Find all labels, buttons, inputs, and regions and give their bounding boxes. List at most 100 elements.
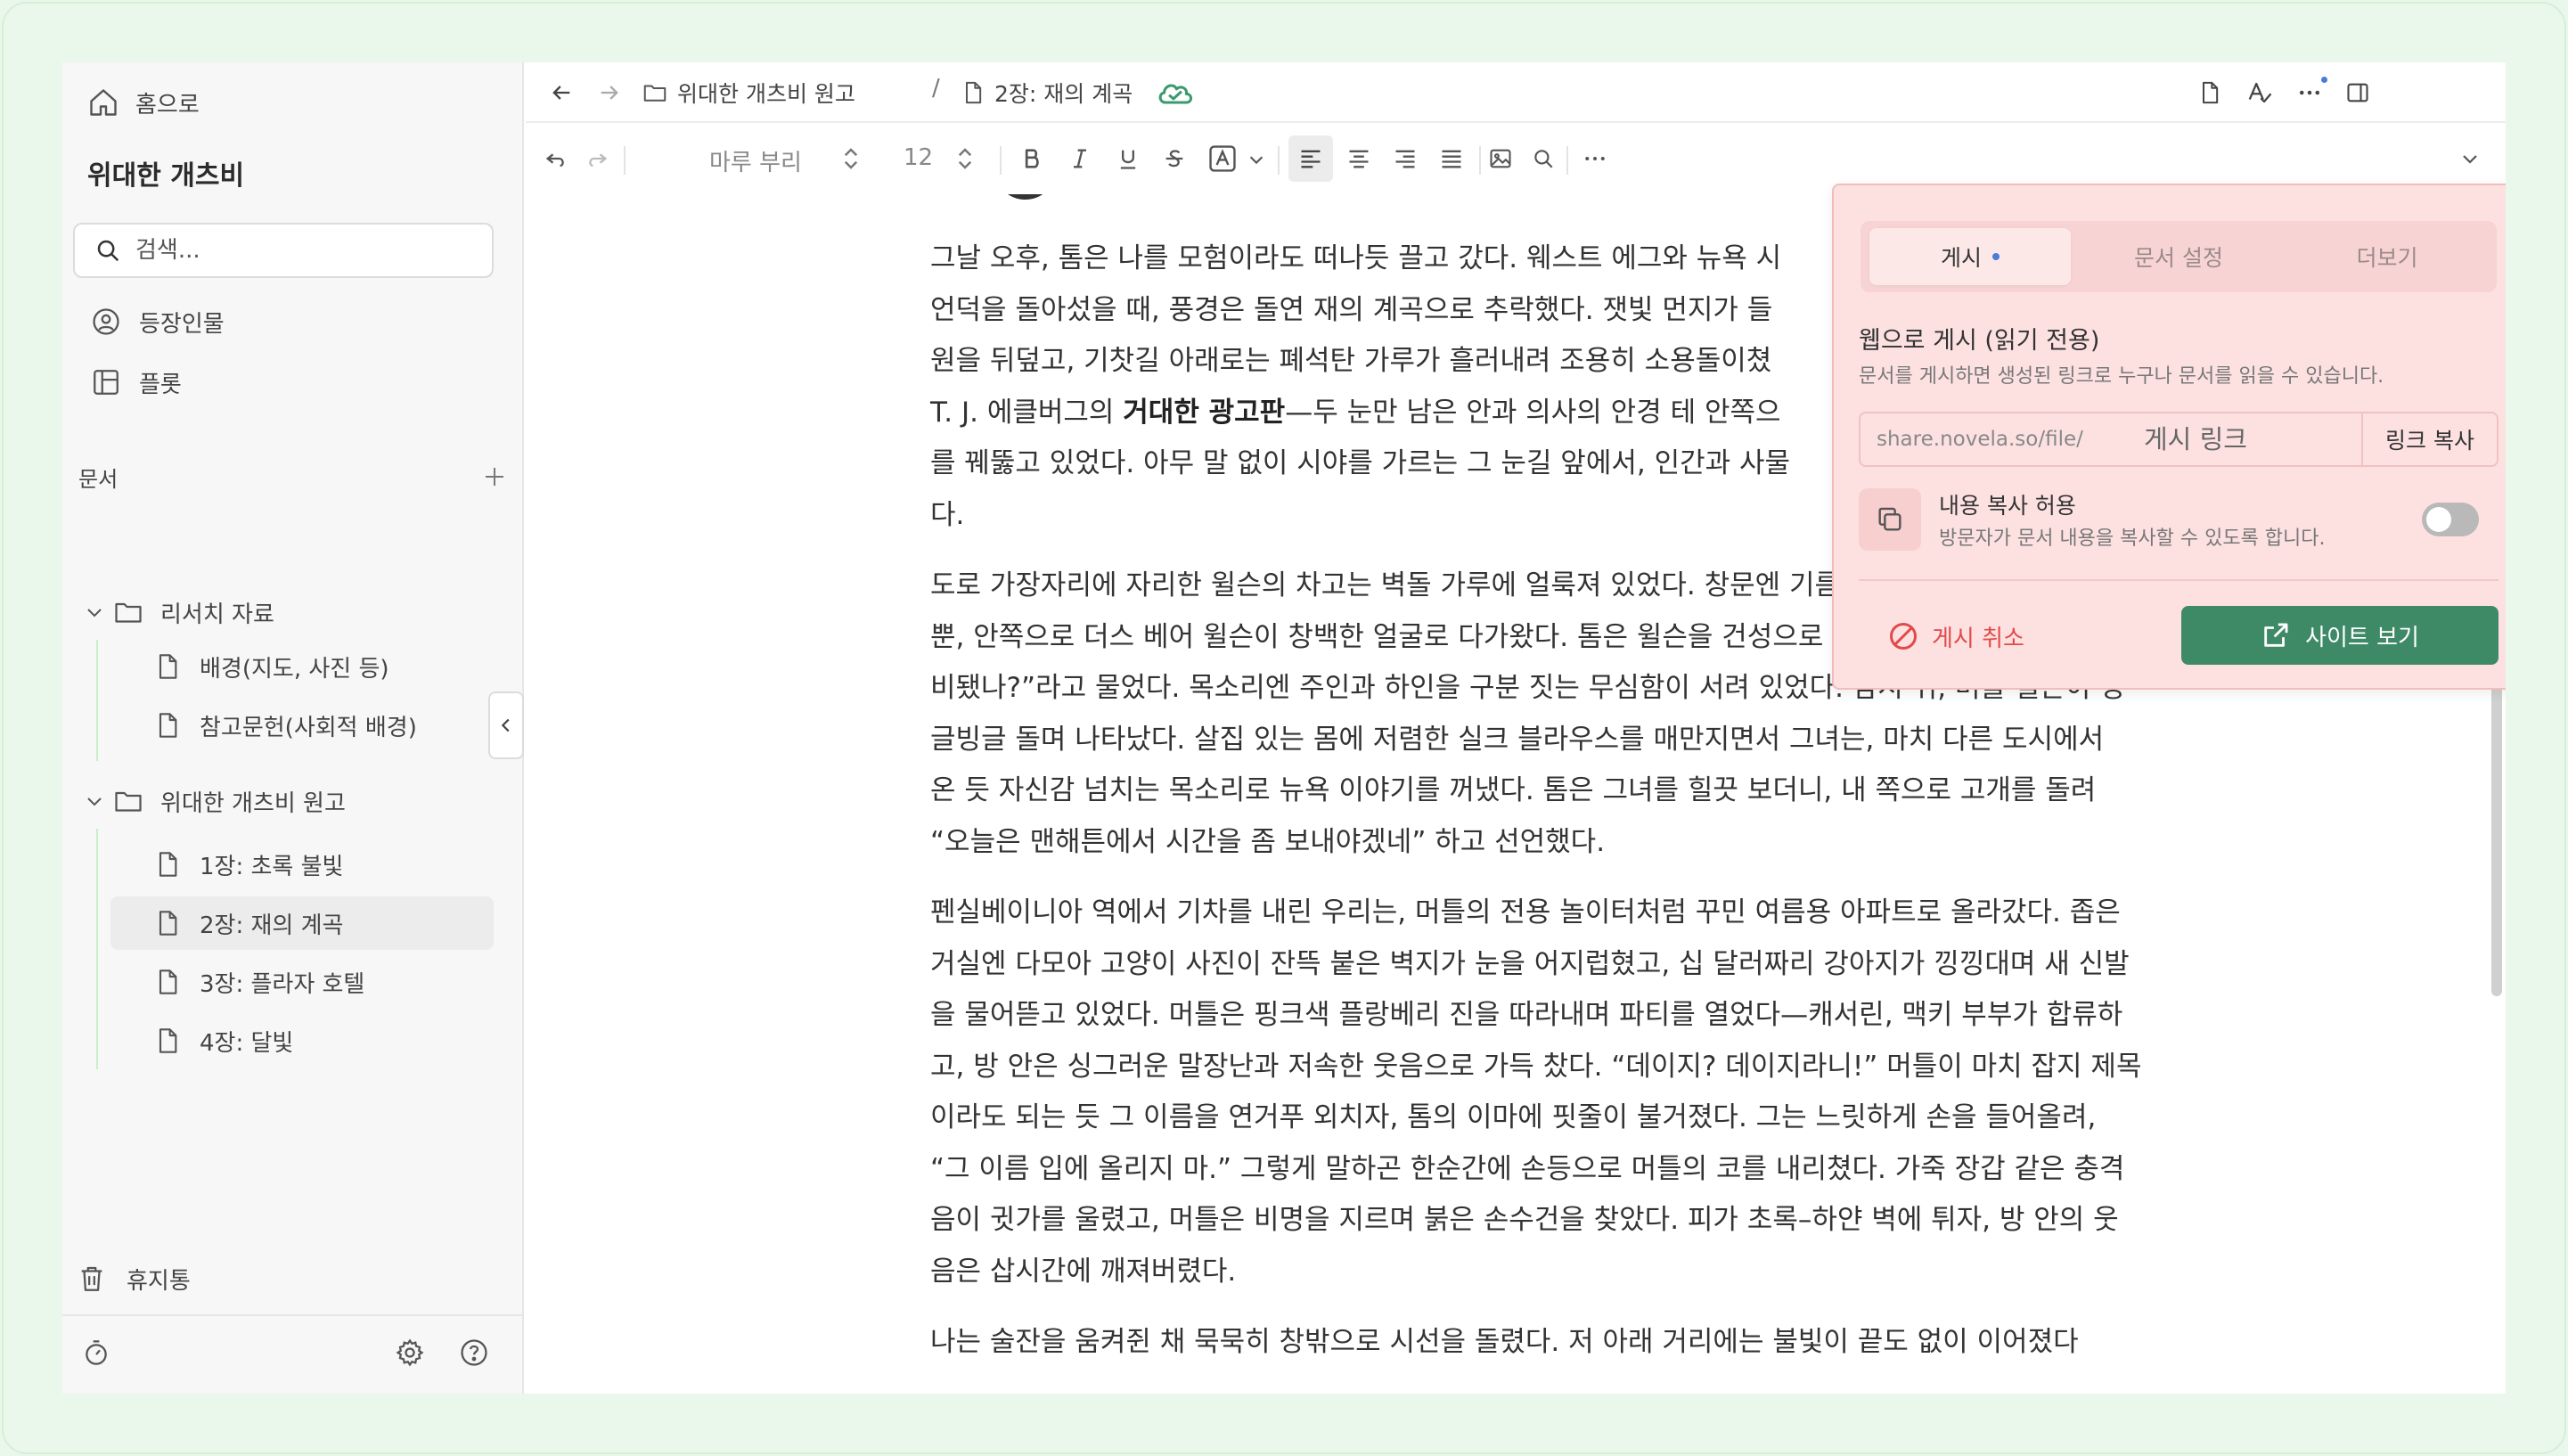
tab-label: 게시 [1940, 245, 1982, 271]
font-family-select[interactable]: 마루 부리 [709, 144, 802, 177]
undo-button[interactable] [540, 143, 572, 175]
file-icon [159, 654, 177, 679]
font-family-stepper[interactable] [838, 143, 864, 175]
underline-button[interactable] [1112, 143, 1144, 175]
text-color-dropdown[interactable] [1244, 146, 1269, 173]
text-color-button[interactable] [1205, 141, 1240, 176]
toolbar-more-button[interactable] [1575, 143, 1615, 175]
copy-link-button[interactable]: 링크 복사 [2361, 413, 2497, 465]
home-icon [90, 89, 117, 116]
search-input[interactable] [135, 237, 474, 264]
chevron-down-icon [87, 798, 102, 806]
text-line: 음은 삽시간에 깨져버렸다. [930, 1255, 1237, 1288]
bold-icon [1025, 149, 1039, 168]
arrow-right-icon [601, 86, 618, 100]
home-link[interactable]: 홈으로 [87, 80, 200, 125]
paragraph[interactable]: 나는 술잔을 움켜쥔 채 묵묵히 창밖으로 시선을 돌렸다. 저 아래 거리에는… [930, 1317, 2249, 1369]
text-line: —두 눈만 남은 안과 의사의 안경 테 안쪽으 [1285, 396, 1781, 429]
publish-title: 웹으로 게시 (읽기 전용) [1859, 327, 2100, 355]
help-button[interactable] [453, 1331, 495, 1374]
italic-button[interactable] [1064, 143, 1096, 175]
file-item[interactable]: 3장: 플라자 호텔 [110, 955, 494, 1009]
ban-icon [1890, 623, 1917, 650]
file-item-active[interactable]: 2장: 재의 계곡 [110, 896, 494, 950]
file-item[interactable]: 배경(지도, 사진 등) [110, 640, 494, 693]
chevron-down-icon [2463, 155, 2477, 164]
arrow-left-icon [552, 86, 570, 100]
text-line: 글빙글 돌며 나타났다. 살집 있는 몸에 저렴한 실크 블라우스를 매만지면서… [930, 723, 2105, 756]
toolbar-collapse-button[interactable] [2456, 144, 2484, 173]
add-icon[interactable] [481, 463, 508, 490]
folder-research[interactable]: 리서치 자료 [84, 588, 274, 636]
strikethrough-button[interactable] [1158, 143, 1190, 175]
timer-button[interactable] [75, 1331, 118, 1374]
publish-description: 문서를 게시하면 생성된 링크로 누구나 문서를 읽을 수 있습니다. [1859, 365, 2384, 388]
align-center-button[interactable] [1342, 143, 1376, 175]
share-link-field[interactable]: share.novela.so/file/ 링크 복사 [1859, 412, 2498, 467]
tab-label: 더보기 [2356, 245, 2418, 271]
find-button[interactable] [1527, 143, 1559, 175]
bold-text: 거대한 광고판 [1123, 396, 1286, 429]
file-item[interactable]: 1장: 초록 불빛 [110, 838, 494, 891]
visit-site-label: 사이트 보기 [2305, 624, 2419, 651]
breadcrumb-separator: / [932, 75, 940, 102]
file-item[interactable]: 4장: 달빛 [110, 1014, 494, 1067]
sidebar-right-icon [2347, 83, 2368, 102]
sidebar-footer-divider [62, 1314, 524, 1316]
toggle-panel-button[interactable] [2340, 75, 2376, 110]
align-center-icon [1349, 150, 1369, 168]
copy-permission-toggle[interactable] [2422, 503, 2479, 536]
link-slug-input[interactable] [2144, 424, 2338, 454]
breadcrumb-file[interactable]: 2장: 재의 계곡 [961, 62, 1133, 123]
visit-site-button[interactable]: 사이트 보기 [2181, 606, 2498, 665]
settings-button[interactable] [388, 1331, 431, 1374]
text-line: 나는 술잔을 움켜쥔 채 묵묵히 창밖으로 시선을 돌렸다. 저 아래 거리에는… [930, 1326, 2079, 1358]
forward-button[interactable] [592, 75, 627, 110]
bold-button[interactable] [1016, 143, 1048, 175]
nav-plot[interactable]: 플롯 [91, 360, 182, 405]
collapse-sidebar-button[interactable] [488, 691, 524, 759]
folder-manuscript[interactable]: 위대한 개츠비 원고 [84, 777, 346, 825]
redo-button[interactable] [581, 143, 613, 175]
font-size-value[interactable]: 12 [904, 144, 933, 171]
trash-icon [81, 1266, 102, 1291]
text-line: 를 꿰뚫고 있었다. 아무 말 없이 시야를 가르는 그 눈길 앞에서, 인간과… [930, 447, 1791, 479]
trash-link[interactable]: 휴지통 [77, 1255, 191, 1303]
spellcheck-button[interactable] [2242, 75, 2278, 110]
align-justify-icon [1442, 150, 1461, 168]
file-item[interactable]: 참고문헌(사회적 배경) [110, 699, 494, 752]
nav-characters-label: 등장인물 [139, 310, 225, 338]
nav-characters[interactable]: 등장인물 [91, 299, 225, 344]
folder-icon [115, 602, 142, 623]
breadcrumb-folder[interactable]: 위대한 개츠비 원고 [642, 62, 855, 123]
tab-publish[interactable]: 게시 [1869, 228, 2071, 285]
text-line: 음이 귓가를 울렸고, 머틀은 비명을 지르며 붉은 손수건을 찾았다. 피가 … [930, 1204, 2119, 1236]
back-button[interactable] [544, 75, 579, 110]
docs-section-header: 문서 [78, 454, 508, 499]
align-right-button[interactable] [1388, 143, 1422, 175]
italic-icon [1074, 149, 1086, 168]
text-line: “그 이름 입에 올리지 마.” 그렇게 말하곤 한순간에 손등으로 머틀의 코… [930, 1152, 2125, 1185]
insert-image-button[interactable] [1484, 143, 1517, 175]
paragraph[interactable]: 펜실베이니아 역에서 기차를 내린 우리는, 머틀의 전용 놀이터처럼 꾸민 여… [930, 888, 2249, 1297]
more-options-button[interactable] [2292, 75, 2327, 110]
font-size-stepper[interactable] [952, 143, 978, 175]
tab-document-settings[interactable]: 문서 설정 [2078, 228, 2279, 285]
chevron-left-icon [501, 718, 510, 732]
tree-guide [96, 829, 98, 1069]
search-box[interactable] [73, 223, 494, 278]
trash-label: 휴지통 [127, 1267, 191, 1295]
text-line: 원을 뒤덮고, 기찻길 아래로는 폐석탄 가루가 흘러내려 조용히 소용돌이쳤 [930, 345, 1772, 377]
publish-popover: 게시 문서 설정 더보기 웹으로 게시 (읽기 전용) 문서를 게시하면 생성된… [1832, 184, 2506, 690]
popover-tabs: 게시 문서 설정 더보기 [1861, 221, 2497, 292]
scrolled-title-fragment [1008, 194, 1043, 200]
notification-dot [2321, 77, 2327, 83]
document-button[interactable] [2192, 75, 2228, 110]
unpublish-button[interactable]: 게시 취소 [1887, 608, 2024, 665]
align-justify-button[interactable] [1435, 143, 1468, 175]
file-label: 3장: 플라자 호텔 [200, 970, 365, 998]
gear-icon [396, 1338, 424, 1367]
align-left-button[interactable] [1294, 143, 1328, 175]
copy-permission-description: 방문자가 문서 내용을 복사할 수 있도록 합니다. [1939, 528, 2326, 550]
tab-more[interactable]: 더보기 [2286, 228, 2488, 285]
